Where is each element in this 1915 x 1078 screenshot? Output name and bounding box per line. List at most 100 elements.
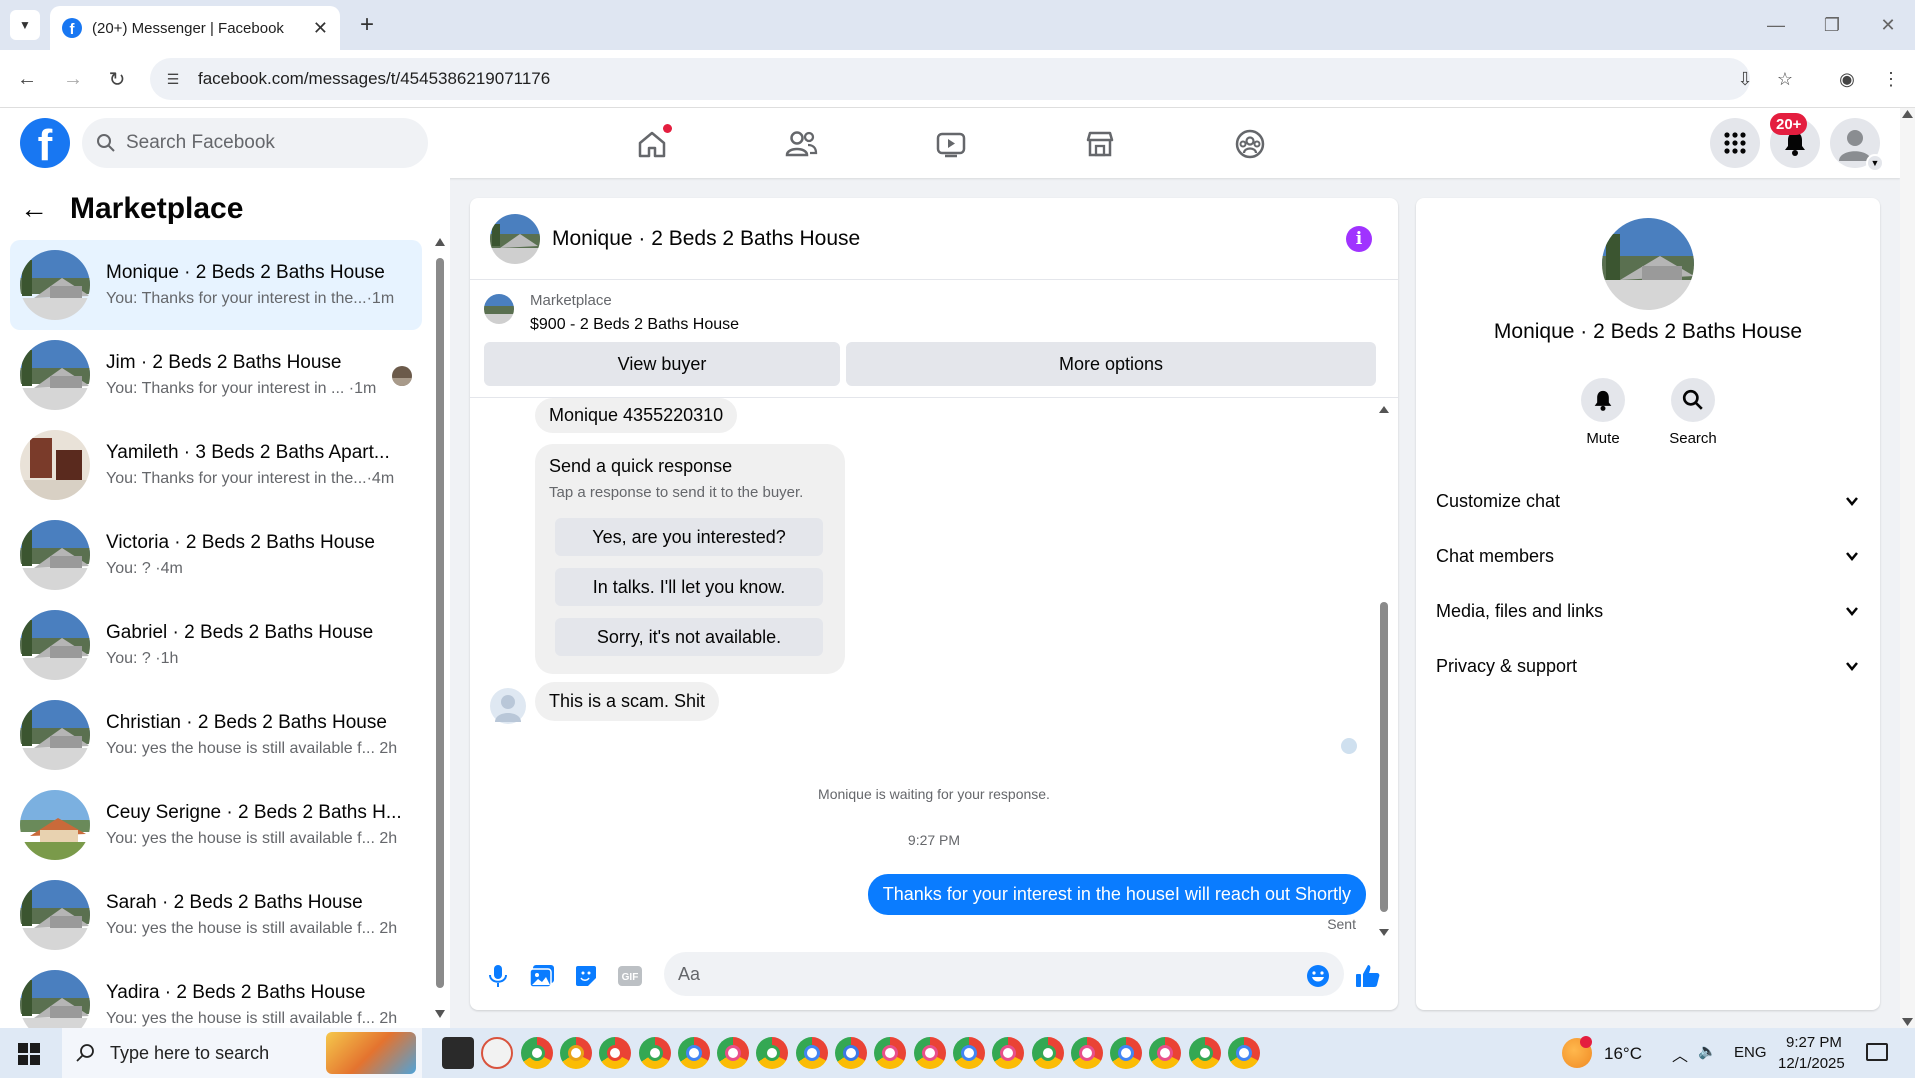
conversation-row[interactable]: Gabriel · 2 Beds 2 Baths House You: ? ·1h: [10, 600, 422, 690]
emoji-icon[interactable]: [1304, 962, 1332, 990]
conversation-preview: You: yes the house is still available f.…: [106, 1010, 398, 1027]
quick-response-interested-button[interactable]: Yes, are you interested?: [555, 518, 823, 556]
clock-date[interactable]: 12/1/2025: [1778, 1055, 1845, 1072]
site-settings-icon[interactable]: ☰: [164, 70, 182, 88]
mute-label: Mute: [1586, 430, 1620, 447]
back-arrow-icon[interactable]: ←: [12, 64, 42, 94]
conversation-row[interactable]: Christian · 2 Beds 2 Baths House You: yes…: [10, 690, 422, 780]
facebook-logo-icon[interactable]: f: [20, 118, 70, 168]
facebook-search-input[interactable]: Search Facebook: [82, 118, 428, 168]
tray-chevron-up-icon[interactable]: ︿: [1672, 1042, 1688, 1066]
conversation-list-scrollbar[interactable]: [434, 238, 446, 1018]
chrome-profile-app-icon[interactable]: [1031, 1037, 1064, 1069]
quick-response-in-talks-button[interactable]: In talks. I'll let you know.: [555, 568, 823, 606]
chrome-profile-app-icon[interactable]: [1110, 1037, 1143, 1069]
clock-time[interactable]: 9:27 PM: [1786, 1034, 1842, 1051]
url-text[interactable]: facebook.com/messages/t/4545386219071176: [198, 69, 550, 89]
notifications-center-icon[interactable]: [1866, 1043, 1888, 1061]
more-options-button[interactable]: More options: [846, 342, 1376, 386]
chrome-profile-app-icon[interactable]: [835, 1037, 867, 1069]
search-in-conversation-action[interactable]: Search: [1648, 378, 1738, 447]
chat-scrollbar[interactable]: [1378, 406, 1390, 936]
menu-grid-icon[interactable]: [1710, 118, 1760, 168]
windows-start-icon[interactable]: [18, 1043, 40, 1065]
back-arrow-icon[interactable]: ←: [20, 193, 48, 225]
forward-arrow-icon[interactable]: →: [58, 64, 88, 94]
search-icon[interactable]: [1671, 378, 1715, 422]
install-app-icon[interactable]: ⇩: [1730, 64, 1760, 94]
chrome-profile-app-icon[interactable]: [1188, 1037, 1221, 1069]
volume-icon[interactable]: 🔈: [1698, 1042, 1717, 1060]
groups-nav-icon[interactable]: [1228, 122, 1272, 166]
info-icon[interactable]: i: [1346, 226, 1372, 252]
chrome-profile-app-icon[interactable]: [677, 1037, 710, 1069]
like-thumbs-up-icon[interactable]: [1354, 962, 1382, 990]
chat-avatar[interactable]: [490, 213, 540, 264]
photo-gallery-icon[interactable]: [528, 962, 556, 990]
taskbar-search-input[interactable]: Type here to search: [62, 1028, 422, 1078]
conversation-row[interactable]: Yamileth · 3 Beds 2 Baths Apart... You: T…: [10, 420, 422, 510]
tab-list-chevron-icon[interactable]: ▼: [10, 10, 40, 40]
profile-badge-icon: [921, 1045, 938, 1061]
buyer-avatar[interactable]: [490, 688, 526, 724]
sticker-icon[interactable]: [572, 962, 600, 990]
page-scrollbar[interactable]: [1900, 108, 1915, 1028]
shopping-bags-icon[interactable]: [326, 1032, 416, 1074]
close-tab-icon[interactable]: ✕: [313, 18, 328, 39]
listing-thumbnail[interactable]: [484, 294, 514, 324]
chrome-profile-app-icon[interactable]: [559, 1037, 592, 1069]
chrome-profile-app-icon[interactable]: [992, 1037, 1025, 1069]
gif-icon[interactable]: GIF: [616, 962, 644, 990]
new-tab-icon[interactable]: +: [352, 10, 382, 40]
minimize-window-icon[interactable]: —: [1756, 8, 1796, 42]
bookmark-star-icon[interactable]: ☆: [1770, 64, 1800, 94]
conversation-row[interactable]: Sarah · 2 Beds 2 Baths House You: yes the…: [10, 870, 422, 960]
account-chevron-down-icon[interactable]: ▼: [1866, 154, 1884, 172]
sticky-notes-app-icon[interactable]: [442, 1037, 474, 1069]
chrome-profile-app-icon[interactable]: [874, 1037, 907, 1069]
browser-tab[interactable]: f (20+) Messenger | Facebook ✕: [50, 6, 340, 50]
privacy-support-row[interactable]: Privacy & support: [1436, 651, 1860, 681]
chrome-profile-app-icon[interactable]: [795, 1037, 828, 1069]
media-files-links-row[interactable]: Media, files and links: [1436, 596, 1860, 626]
listing-price-title[interactable]: $900 - 2 Beds 2 Baths House: [530, 316, 739, 334]
contact-avatar[interactable]: [1602, 218, 1694, 310]
chrome-profile-app-icon[interactable]: [1070, 1037, 1103, 1069]
reload-icon[interactable]: ↻: [102, 64, 132, 94]
conversation-row[interactable]: Ceuy Serigne · 2 Beds 2 Baths H... You: y…: [10, 780, 422, 870]
conversation-row[interactable]: Victoria · 2 Beds 2 Baths House You: ? ·4…: [10, 510, 422, 600]
chrome-profile-app-icon[interactable]: [952, 1037, 985, 1069]
chrome-profile-app-icon[interactable]: [520, 1037, 553, 1069]
chrome-profile-app-icon[interactable]: [1228, 1037, 1260, 1069]
snipping-tool-app-icon[interactable]: [481, 1037, 514, 1069]
mute-bell-icon[interactable]: [1581, 378, 1625, 422]
weather-temp[interactable]: 16°C: [1604, 1044, 1642, 1064]
chrome-profile-app-icon[interactable]: [913, 1037, 946, 1069]
chrome-profile-app-icon[interactable]: [756, 1037, 789, 1069]
url-omnibox[interactable]: ☰ facebook.com/messages/t/45453862190711…: [150, 58, 1750, 100]
chat-header: Monique · 2 Beds 2 Baths House i: [470, 198, 1398, 280]
close-window-icon[interactable]: ✕: [1868, 8, 1908, 42]
watch-nav-icon[interactable]: [929, 122, 973, 166]
browser-menu-icon[interactable]: ⋮: [1876, 64, 1906, 94]
view-buyer-button[interactable]: View buyer: [484, 342, 840, 386]
customize-chat-row[interactable]: Customize chat: [1436, 486, 1860, 516]
chrome-profile-app-icon[interactable]: [638, 1037, 671, 1069]
conversation-row[interactable]: Jim · 2 Beds 2 Baths House You: Thanks fo…: [10, 330, 422, 420]
conversation-row[interactable]: Monique · 2 Beds 2 Baths House You: Thank…: [10, 240, 422, 330]
marketplace-nav-icon[interactable]: [1078, 122, 1122, 166]
profile-icon[interactable]: ◉: [1832, 64, 1862, 94]
message-input[interactable]: Aa: [664, 952, 1344, 996]
microphone-icon[interactable]: [484, 962, 512, 990]
mute-action[interactable]: Mute: [1558, 378, 1648, 447]
chrome-profile-app-icon[interactable]: [599, 1037, 632, 1069]
chat-title[interactable]: Monique · 2 Beds 2 Baths House: [552, 227, 860, 251]
restore-window-icon[interactable]: ❐: [1812, 8, 1852, 42]
quick-response-not-available-button[interactable]: Sorry, it's not available.: [555, 618, 823, 656]
chrome-profile-app-icon[interactable]: [1149, 1037, 1182, 1069]
chrome-profile-app-icon[interactable]: [717, 1037, 750, 1069]
chat-members-row[interactable]: Chat members: [1436, 541, 1860, 571]
language-indicator[interactable]: ENG: [1734, 1044, 1767, 1061]
profile-badge-icon: [567, 1045, 584, 1061]
friends-nav-icon[interactable]: [779, 122, 823, 166]
